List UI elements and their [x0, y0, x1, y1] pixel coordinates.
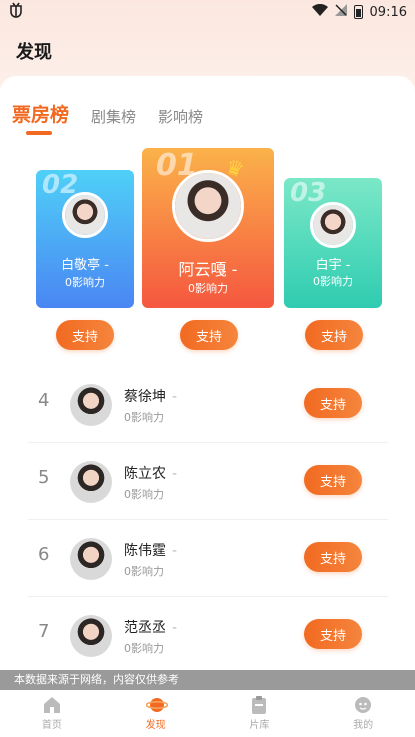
row-influence: 0影响力 [124, 642, 164, 655]
profile-icon [353, 696, 373, 714]
podium-influence-second: 0影响力 [65, 276, 105, 289]
status-time: 09:16 [369, 4, 407, 20]
support-button-second[interactable]: 支持 [56, 320, 114, 350]
page-title: 发现 [16, 42, 52, 63]
avatar [172, 170, 244, 242]
tab-series[interactable]: 剧集榜 [91, 106, 136, 133]
row-rank: 4 [38, 390, 50, 411]
row-influence: 0影响力 [124, 411, 164, 424]
row-rank: 6 [38, 544, 50, 565]
wifi-icon [311, 3, 328, 20]
app-bug-icon [8, 2, 24, 22]
podium-name-first: 阿云嘎 - [178, 260, 238, 279]
no-signal-icon [334, 4, 347, 20]
support-button[interactable]: 支持 [304, 465, 362, 495]
tab-influence[interactable]: 影响榜 [158, 106, 203, 133]
nav-label: 片库 [249, 720, 270, 731]
home-icon [42, 696, 62, 714]
battery-icon [353, 5, 363, 19]
support-button[interactable]: 支持 [304, 388, 362, 418]
crown-icon: ♛ [222, 153, 248, 183]
nav-label: 我的 [353, 720, 374, 731]
list-item[interactable]: 6 陈伟霆 - 0影响力 支持 [28, 520, 388, 597]
avatar [70, 461, 112, 503]
podium-rank-third: 03 [290, 178, 327, 208]
podium-influence-third: 0影响力 [313, 275, 353, 288]
avatar [70, 538, 112, 580]
list-item[interactable]: 7 范丞丞 - 0影响力 支持 [28, 597, 388, 674]
row-influence: 0影响力 [124, 565, 164, 578]
list-item[interactable]: 5 陈立农 - 0影响力 支持 [28, 443, 388, 520]
podium-influence-first: 0影响力 [188, 282, 228, 295]
podium-name-second: 白敬亭 - [61, 258, 109, 273]
podium-card-third[interactable]: 03 白宇 - 0影响力 [284, 178, 382, 308]
planet-icon [145, 696, 168, 714]
clipboard-icon [249, 696, 269, 714]
avatar [310, 202, 356, 248]
nav-discover[interactable]: 发现 [126, 696, 186, 731]
row-name: 陈伟霆 - [124, 543, 178, 559]
list-item[interactable]: 4 蔡徐坤 - 0影响力 支持 [28, 366, 388, 443]
podium-card-first[interactable]: 01 ♛ 阿云嘎 - 0影响力 [142, 148, 274, 308]
row-influence: 0影响力 [124, 488, 164, 501]
avatar [70, 615, 112, 657]
data-disclaimer: 本数据来源于网络，内容仅供参考 [0, 670, 415, 690]
nav-home[interactable]: 首页 [22, 696, 82, 731]
nav-library[interactable]: 片库 [229, 696, 289, 731]
tab-box-office[interactable]: 票房榜 [12, 100, 69, 135]
status-bar: 09:16 [0, 0, 415, 24]
row-name: 蔡徐坤 - [124, 389, 178, 405]
podium-card-second[interactable]: 02 白敬亭 - 0影响力 [36, 170, 134, 308]
support-button[interactable]: 支持 [304, 619, 362, 649]
row-name: 范丞丞 - [124, 620, 178, 636]
avatar [62, 192, 108, 238]
row-rank: 7 [38, 621, 50, 642]
nav-label: 发现 [145, 720, 166, 731]
status-right: 09:16 [311, 3, 407, 20]
support-button-first[interactable]: 支持 [180, 320, 238, 350]
podium-name-third: 白宇 - [315, 258, 351, 273]
row-name: 陈立农 - [124, 466, 178, 482]
status-left [8, 2, 24, 22]
row-rank: 5 [38, 467, 50, 488]
support-button-third[interactable]: 支持 [305, 320, 363, 350]
avatar [70, 384, 112, 426]
ranking-tabs: 票房榜 剧集榜 影响榜 [12, 100, 203, 135]
bottom-nav: 首页 发现 片库 我的 [0, 690, 415, 737]
nav-profile[interactable]: 我的 [333, 696, 393, 731]
support-button[interactable]: 支持 [304, 542, 362, 572]
nav-label: 首页 [41, 720, 62, 731]
